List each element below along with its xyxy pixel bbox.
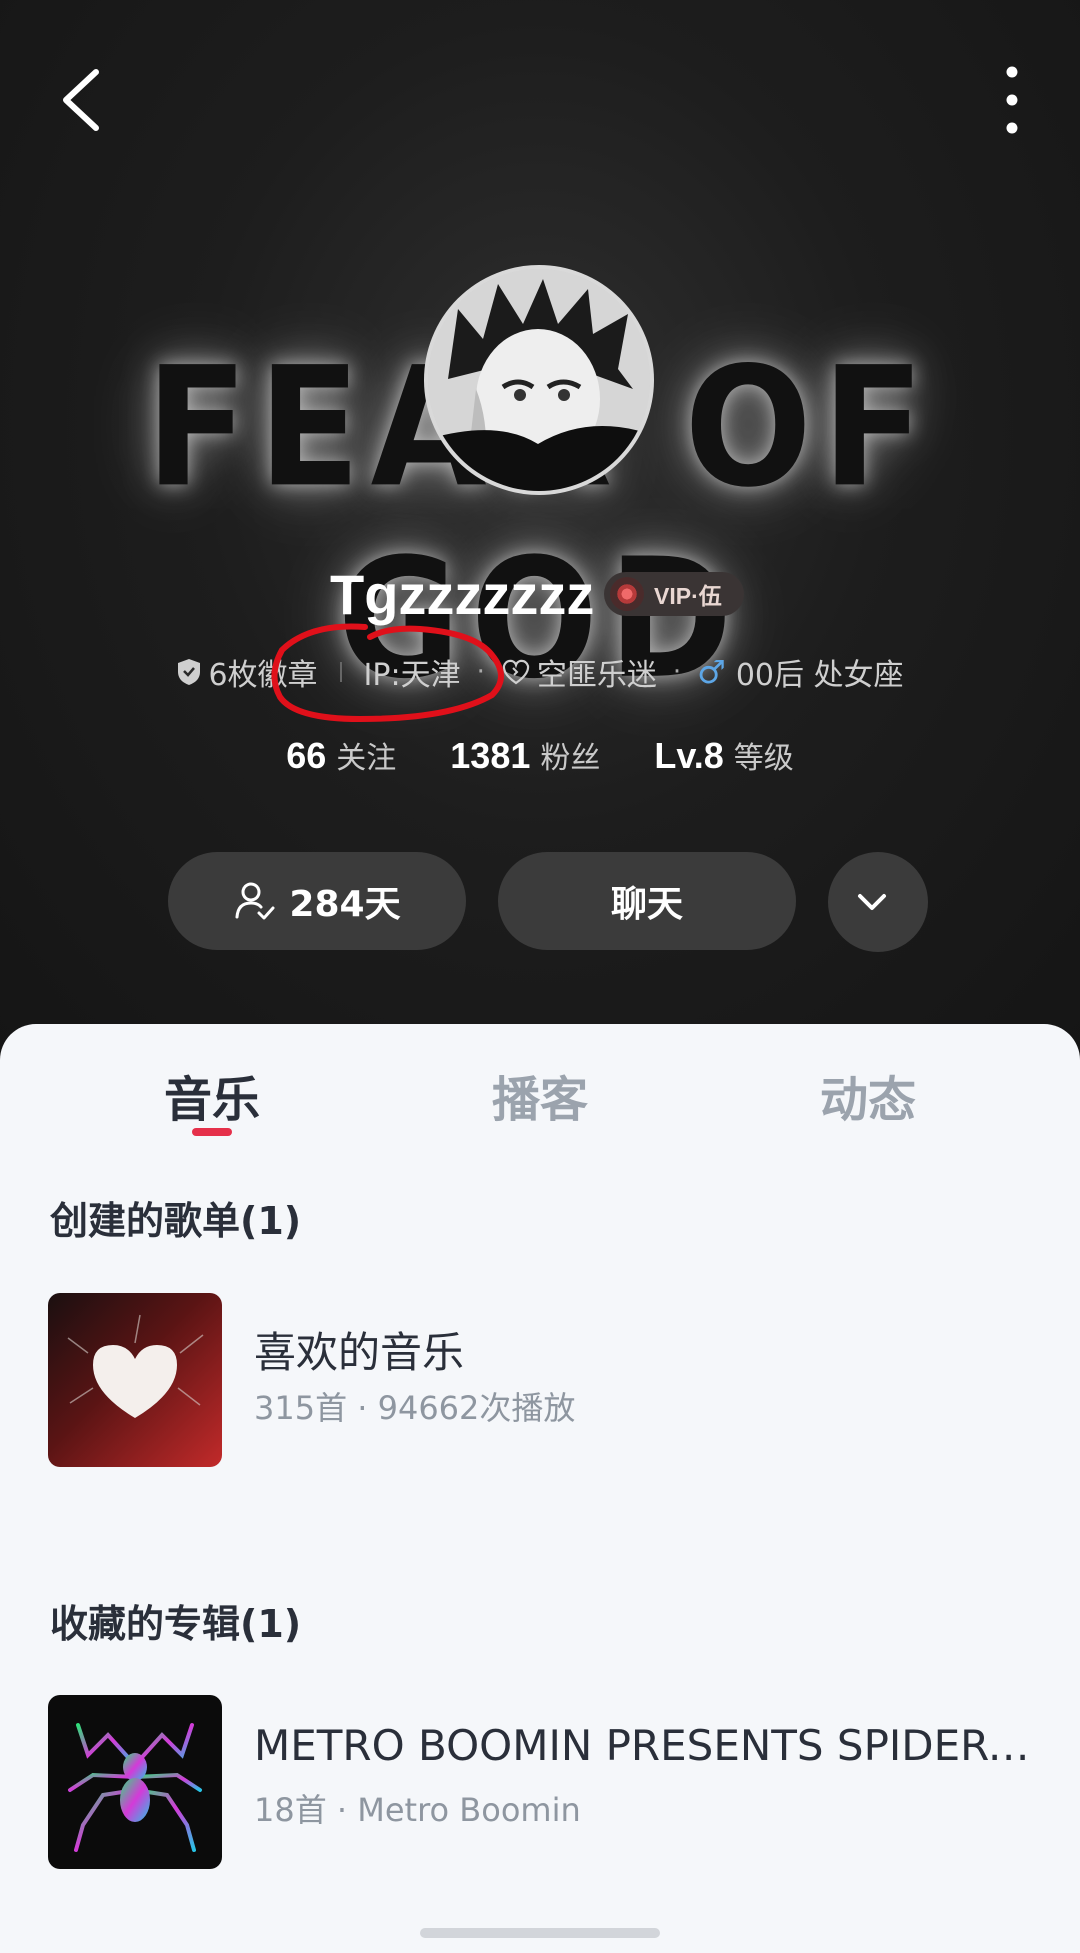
badge-shield-icon [178, 659, 201, 685]
chat-label: 聊天 [610, 884, 683, 925]
created-playlists-title: 创建的歌单(1) [50, 1199, 302, 1243]
profile-header: FEAR OF GOD Tgzzzzzzz VIP·伍 6枚徽章 IP:天津 ·… [0, 0, 1080, 1060]
stat-number: 66 [286, 735, 327, 776]
tab-music[interactable]: 音乐 [112, 1060, 312, 1130]
tab-bar: 音乐 播客 动态 [0, 1060, 1080, 1150]
profile-info-row: 6枚徽章 IP:天津 · 空匪乐迷 · ♂ 00后 处女座 [0, 648, 1080, 696]
stat-followers[interactable]: 1381 粉丝 [450, 733, 600, 777]
vip-label: VIP·伍 [654, 583, 722, 609]
divider [339, 662, 342, 682]
stat-following[interactable]: 66 关注 [286, 733, 396, 777]
stat-label: 等级 [733, 741, 794, 776]
stats-row: 66 关注 1381 粉丝 Lv.8 等级 [0, 733, 1080, 783]
badges-link[interactable]: 6枚徽章 [176, 650, 318, 694]
active-tab-indicator [192, 1128, 232, 1136]
album-cover [48, 1695, 222, 1869]
stat-label: 关注 [336, 741, 397, 776]
fan-heart-icon [502, 659, 529, 685]
album-item[interactable]: METRO BOOMIN PRESENTS SPIDER-MAN: ACROSS… [48, 1695, 1048, 1869]
user-check-icon [235, 882, 275, 920]
expand-button[interactable] [828, 852, 928, 952]
more-options-button[interactable] [990, 62, 1034, 142]
playlist-cover [48, 1293, 222, 1467]
dot-separator: · [672, 657, 682, 687]
spider-cover-art [68, 1723, 202, 1852]
age-sign: ♂ 00后 处女座 [697, 650, 903, 694]
album-title: METRO BOOMIN PRESENTS SPIDER-MAN: ACROSS… [254, 1721, 1034, 1770]
heart-cover-art [67, 1314, 204, 1418]
collected-albums-title: 收藏的专辑(1) [50, 1602, 302, 1646]
fan-type-text: 空匪乐迷 [536, 658, 657, 693]
back-button[interactable] [52, 60, 112, 140]
dot-separator: · [476, 657, 485, 687]
tab-podcast[interactable]: 播客 [440, 1060, 640, 1130]
chat-button[interactable]: 聊天 [498, 852, 796, 950]
playlist-subtitle: 315首 · 94662次播放 [254, 1389, 576, 1427]
stat-number: 1381 [450, 735, 531, 776]
badges-text: 6枚徽章 [208, 658, 318, 693]
playlist-title: 喜欢的音乐 [254, 1328, 465, 1377]
back-arrow-icon [63, 69, 99, 131]
stat-label: 粉丝 [540, 741, 601, 776]
ip-location: IP:天津 [363, 658, 461, 693]
vinyl-icon [610, 577, 644, 611]
chevron-down-icon [858, 894, 886, 910]
avatar[interactable] [424, 265, 654, 495]
vip-badge[interactable]: VIP·伍 [604, 572, 744, 616]
username: Tgzzzzzzz [330, 563, 595, 626]
avatar-image [428, 269, 650, 491]
gender-male-icon: ♂ [697, 653, 726, 691]
playlist-item[interactable]: 喜欢的音乐 315首 · 94662次播放 [48, 1293, 1048, 1467]
tab-feed[interactable]: 动态 [768, 1060, 968, 1130]
home-indicator[interactable] [420, 1928, 660, 1938]
more-vertical-icon [1006, 66, 1018, 134]
following-days-button[interactable]: 284天 [168, 852, 466, 950]
following-days-label: 284天 [289, 884, 401, 925]
fan-type[interactable]: 空匪乐迷 [501, 650, 657, 694]
stat-number: Lv.8 [654, 735, 724, 776]
age-sign-text: 00后 处女座 [735, 658, 904, 693]
album-subtitle: 18首 · Metro Boomin [254, 1791, 581, 1829]
stat-level[interactable]: Lv.8 等级 [654, 733, 793, 777]
